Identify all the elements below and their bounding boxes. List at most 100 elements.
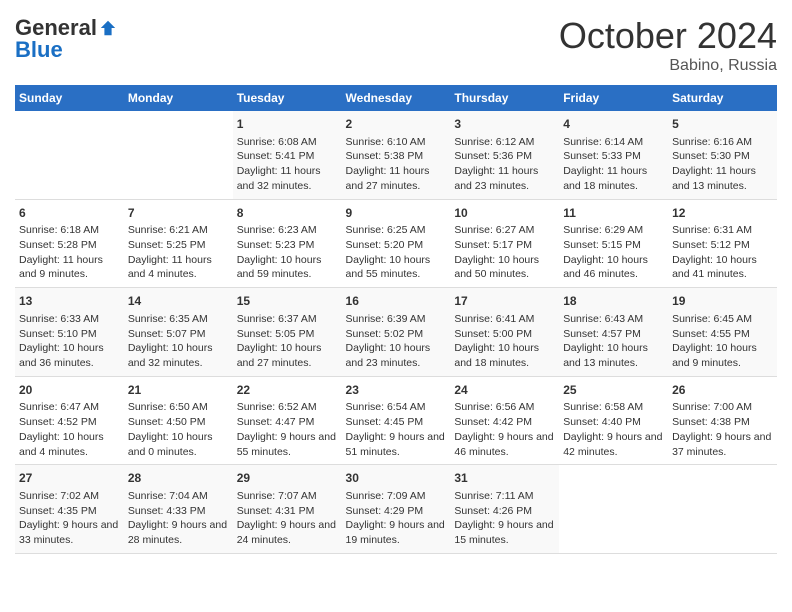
sunrise-text: Sunrise: 7:07 AM: [237, 490, 317, 502]
week-row-4: 20Sunrise: 6:47 AMSunset: 4:52 PMDayligh…: [15, 376, 777, 465]
sunset-text: Sunset: 4:29 PM: [346, 505, 424, 517]
sunset-text: Sunset: 5:00 PM: [454, 328, 532, 340]
calendar-cell: 2Sunrise: 6:10 AMSunset: 5:38 PMDaylight…: [342, 111, 451, 199]
sunset-text: Sunset: 4:35 PM: [19, 505, 97, 517]
sunset-text: Sunset: 5:20 PM: [346, 239, 424, 251]
sunset-text: Sunset: 4:47 PM: [237, 416, 315, 428]
calendar-title: October 2024: [559, 15, 777, 57]
sunset-text: Sunset: 5:15 PM: [563, 239, 641, 251]
sunset-text: Sunset: 5:41 PM: [237, 150, 315, 162]
sunset-text: Sunset: 5:02 PM: [346, 328, 424, 340]
sunrise-text: Sunrise: 7:02 AM: [19, 490, 99, 502]
calendar-cell: 6Sunrise: 6:18 AMSunset: 5:28 PMDaylight…: [15, 199, 124, 288]
sunset-text: Sunset: 4:26 PM: [454, 505, 532, 517]
title-block: October 2024 Babino, Russia: [559, 15, 777, 75]
sunrise-text: Sunrise: 6:52 AM: [237, 401, 317, 413]
day-number: 14: [128, 293, 229, 310]
day-number: 23: [346, 382, 447, 399]
sunset-text: Sunset: 4:33 PM: [128, 505, 206, 517]
weekday-header-wednesday: Wednesday: [342, 85, 451, 111]
day-number: 24: [454, 382, 555, 399]
calendar-cell: [668, 465, 777, 554]
daylight-text: Daylight: 9 hours and 28 minutes.: [128, 519, 227, 546]
daylight-text: Daylight: 10 hours and 0 minutes.: [128, 431, 213, 458]
week-row-3: 13Sunrise: 6:33 AMSunset: 5:10 PMDayligh…: [15, 288, 777, 377]
day-number: 19: [672, 293, 773, 310]
daylight-text: Daylight: 10 hours and 4 minutes.: [19, 431, 104, 458]
daylight-text: Daylight: 9 hours and 24 minutes.: [237, 519, 336, 546]
sunrise-text: Sunrise: 6:58 AM: [563, 401, 643, 413]
sunset-text: Sunset: 5:33 PM: [563, 150, 641, 162]
sunrise-text: Sunrise: 6:50 AM: [128, 401, 208, 413]
day-number: 21: [128, 382, 229, 399]
daylight-text: Daylight: 10 hours and 36 minutes.: [19, 342, 104, 369]
weekday-header-thursday: Thursday: [450, 85, 559, 111]
weekday-header-friday: Friday: [559, 85, 668, 111]
sunrise-text: Sunrise: 6:35 AM: [128, 313, 208, 325]
daylight-text: Daylight: 9 hours and 37 minutes.: [672, 431, 771, 458]
sunset-text: Sunset: 5:17 PM: [454, 239, 532, 251]
calendar-cell: 21Sunrise: 6:50 AMSunset: 4:50 PMDayligh…: [124, 376, 233, 465]
sunrise-text: Sunrise: 6:29 AM: [563, 224, 643, 236]
day-number: 2: [346, 116, 447, 133]
weekday-header-saturday: Saturday: [668, 85, 777, 111]
sunrise-text: Sunrise: 6:18 AM: [19, 224, 99, 236]
daylight-text: Daylight: 10 hours and 55 minutes.: [346, 254, 431, 281]
day-number: 11: [563, 205, 664, 222]
day-number: 6: [19, 205, 120, 222]
calendar-cell: 24Sunrise: 6:56 AMSunset: 4:42 PMDayligh…: [450, 376, 559, 465]
sunset-text: Sunset: 4:42 PM: [454, 416, 532, 428]
daylight-text: Daylight: 10 hours and 46 minutes.: [563, 254, 648, 281]
week-row-2: 6Sunrise: 6:18 AMSunset: 5:28 PMDaylight…: [15, 199, 777, 288]
calendar-cell: 16Sunrise: 6:39 AMSunset: 5:02 PMDayligh…: [342, 288, 451, 377]
daylight-text: Daylight: 9 hours and 46 minutes.: [454, 431, 553, 458]
sunrise-text: Sunrise: 6:41 AM: [454, 313, 534, 325]
sunrise-text: Sunrise: 7:04 AM: [128, 490, 208, 502]
daylight-text: Daylight: 10 hours and 41 minutes.: [672, 254, 757, 281]
daylight-text: Daylight: 11 hours and 18 minutes.: [563, 165, 647, 192]
calendar-cell: 23Sunrise: 6:54 AMSunset: 4:45 PMDayligh…: [342, 376, 451, 465]
sunset-text: Sunset: 5:30 PM: [672, 150, 750, 162]
daylight-text: Daylight: 9 hours and 19 minutes.: [346, 519, 445, 546]
sunrise-text: Sunrise: 6:43 AM: [563, 313, 643, 325]
day-number: 17: [454, 293, 555, 310]
sunset-text: Sunset: 4:52 PM: [19, 416, 97, 428]
calendar-cell: [559, 465, 668, 554]
sunrise-text: Sunrise: 6:39 AM: [346, 313, 426, 325]
logo-icon: [99, 19, 117, 37]
logo: General Blue: [15, 15, 117, 63]
day-number: 4: [563, 116, 664, 133]
sunrise-text: Sunrise: 6:54 AM: [346, 401, 426, 413]
day-number: 7: [128, 205, 229, 222]
sunset-text: Sunset: 5:07 PM: [128, 328, 206, 340]
sunset-text: Sunset: 4:55 PM: [672, 328, 750, 340]
sunrise-text: Sunrise: 6:16 AM: [672, 136, 752, 148]
calendar-cell: 14Sunrise: 6:35 AMSunset: 5:07 PMDayligh…: [124, 288, 233, 377]
daylight-text: Daylight: 9 hours and 51 minutes.: [346, 431, 445, 458]
day-number: 9: [346, 205, 447, 222]
calendar-cell: 27Sunrise: 7:02 AMSunset: 4:35 PMDayligh…: [15, 465, 124, 554]
day-number: 18: [563, 293, 664, 310]
sunset-text: Sunset: 5:38 PM: [346, 150, 424, 162]
sunset-text: Sunset: 4:40 PM: [563, 416, 641, 428]
sunrise-text: Sunrise: 6:31 AM: [672, 224, 752, 236]
day-number: 20: [19, 382, 120, 399]
calendar-cell: 7Sunrise: 6:21 AMSunset: 5:25 PMDaylight…: [124, 199, 233, 288]
day-number: 25: [563, 382, 664, 399]
calendar-cell: 26Sunrise: 7:00 AMSunset: 4:38 PMDayligh…: [668, 376, 777, 465]
calendar-cell: [124, 111, 233, 199]
day-number: 13: [19, 293, 120, 310]
calendar-cell: 12Sunrise: 6:31 AMSunset: 5:12 PMDayligh…: [668, 199, 777, 288]
calendar-cell: 3Sunrise: 6:12 AMSunset: 5:36 PMDaylight…: [450, 111, 559, 199]
daylight-text: Daylight: 10 hours and 13 minutes.: [563, 342, 648, 369]
sunrise-text: Sunrise: 6:10 AM: [346, 136, 426, 148]
sunrise-text: Sunrise: 6:08 AM: [237, 136, 317, 148]
sunrise-text: Sunrise: 7:00 AM: [672, 401, 752, 413]
sunrise-text: Sunrise: 6:33 AM: [19, 313, 99, 325]
day-number: 27: [19, 470, 120, 487]
weekday-header-sunday: Sunday: [15, 85, 124, 111]
calendar-table: SundayMondayTuesdayWednesdayThursdayFrid…: [15, 85, 777, 554]
day-number: 30: [346, 470, 447, 487]
sunrise-text: Sunrise: 6:37 AM: [237, 313, 317, 325]
calendar-cell: 8Sunrise: 6:23 AMSunset: 5:23 PMDaylight…: [233, 199, 342, 288]
